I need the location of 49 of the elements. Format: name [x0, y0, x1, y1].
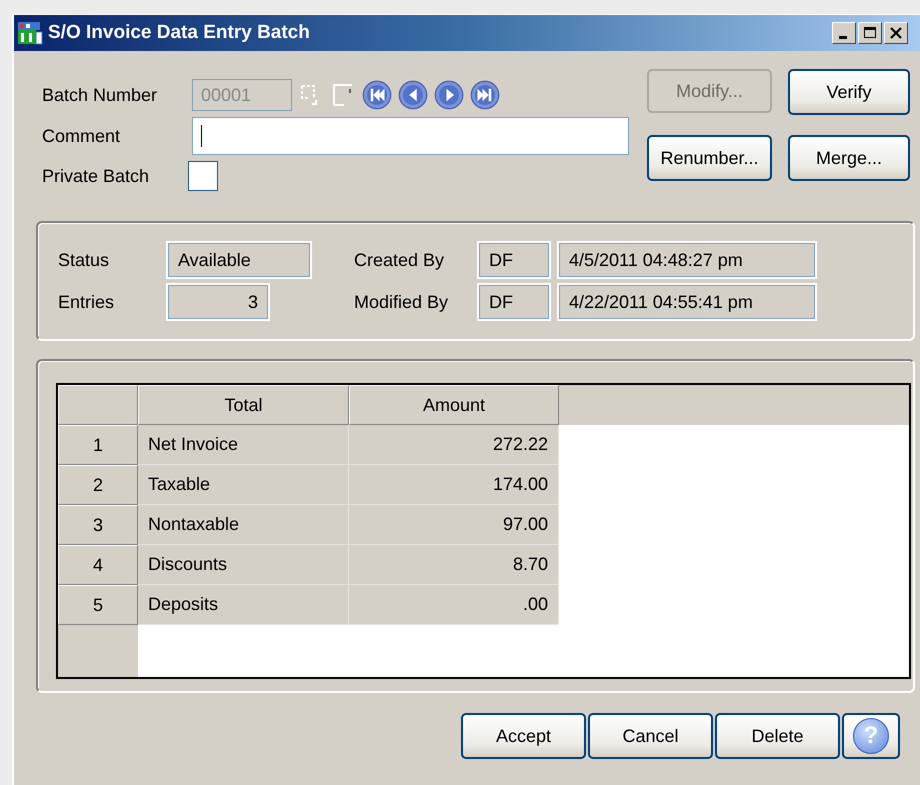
column-header[interactable]: Amount	[349, 385, 559, 425]
field-label: Entries	[58, 292, 116, 312]
user-value: DF	[477, 283, 551, 321]
row-number[interactable]: 4	[58, 545, 138, 585]
table-cell: .00	[349, 585, 559, 625]
cancel-button[interactable]: Cancel	[588, 713, 713, 759]
maximize-button[interactable]	[858, 22, 882, 44]
entries-value: 3	[166, 283, 270, 321]
field-label: Modified By	[354, 292, 450, 312]
table-cell: Taxable	[138, 465, 349, 505]
status-value: Available	[166, 241, 312, 279]
row-number[interactable]: 2	[58, 465, 138, 505]
renumber-button[interactable]: Renumber...	[647, 135, 772, 181]
close-icon[interactable]	[889, 26, 903, 40]
previous-record-icon[interactable]	[398, 80, 428, 110]
table-cell: 174.00	[349, 465, 559, 505]
table-cell: 97.00	[349, 505, 559, 545]
minimize-button[interactable]	[832, 22, 856, 44]
table-cell: 272.22	[349, 425, 559, 465]
field-label: Created By	[354, 250, 446, 270]
app-icon	[16, 20, 44, 46]
field-label: Comment	[42, 126, 122, 146]
next-record-icon[interactable]	[434, 80, 464, 110]
private-batch-checkbox[interactable]	[188, 161, 218, 191]
last-record-icon[interactable]	[470, 80, 500, 110]
table-cell: Net Invoice	[138, 425, 349, 465]
merge-button[interactable]: Merge...	[788, 135, 910, 181]
row-number[interactable]: 3	[58, 505, 138, 545]
window-title: S/O Invoice Data Entry Batch	[48, 22, 311, 44]
field-label: Batch Number	[42, 84, 158, 106]
row-number[interactable]: 5	[58, 585, 138, 625]
delete-button[interactable]: Delete	[715, 713, 840, 759]
user-value: DF	[477, 241, 551, 279]
verify-button[interactable]: Verify	[788, 69, 910, 115]
table-cell: Deposits	[138, 585, 349, 625]
maximize-icon[interactable]	[863, 26, 877, 40]
field-label: Private Batch	[42, 166, 150, 186]
accept-button[interactable]: Accept	[461, 713, 586, 759]
comment-field[interactable]	[192, 117, 629, 155]
table-cell: Discounts	[138, 545, 349, 585]
row-number[interactable]: 1	[58, 425, 138, 465]
field-label: Status	[58, 250, 110, 270]
close-button[interactable]	[884, 22, 908, 44]
table-cell: 8.70	[349, 545, 559, 585]
timestamp-value: 4/22/2011 04:55:41 pm	[557, 283, 817, 321]
timestamp-value: 4/5/2011 04:48:27 pm	[557, 241, 817, 279]
column-header[interactable]: Total	[138, 385, 349, 425]
first-record-icon[interactable]	[362, 80, 392, 110]
table-cell: Nontaxable	[138, 505, 349, 545]
